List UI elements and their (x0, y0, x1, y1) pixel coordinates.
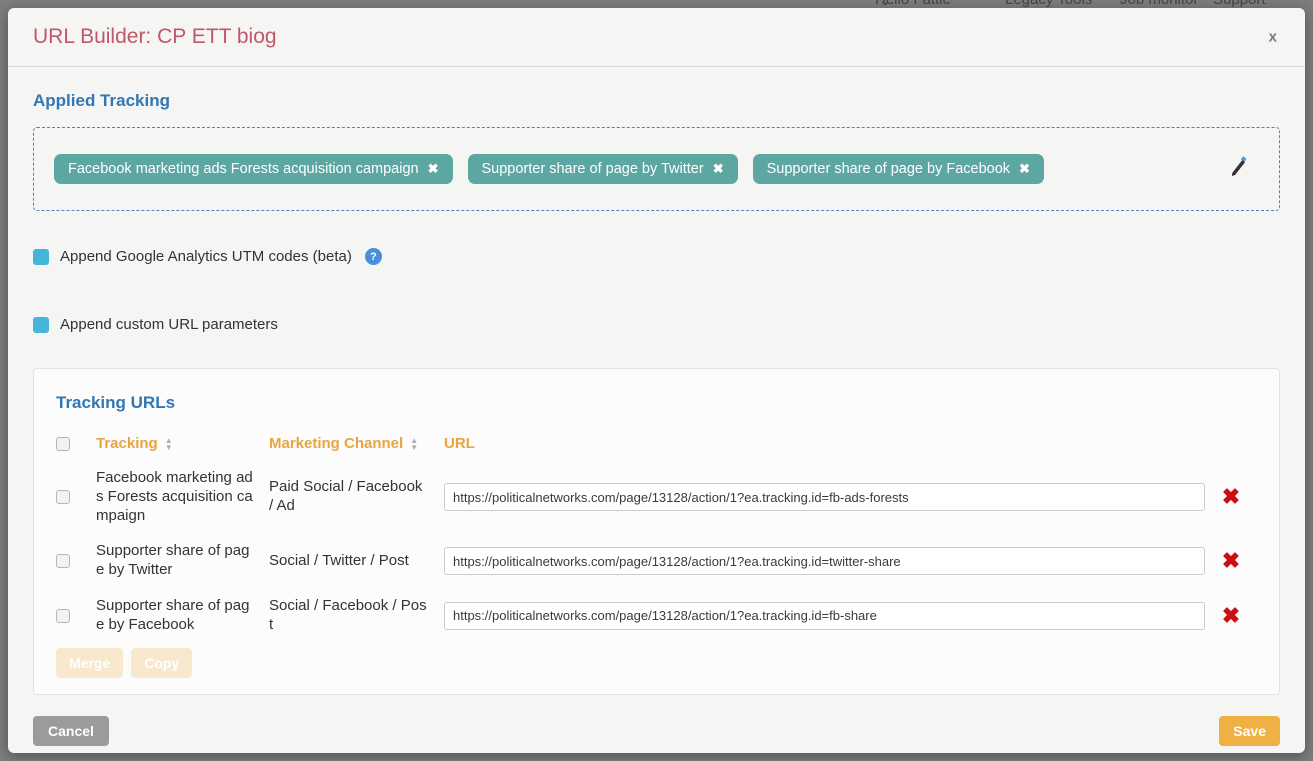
nav-support[interactable]: Support (1213, 0, 1266, 8)
merge-button[interactable]: Merge (56, 648, 123, 678)
column-header-channel[interactable]: Marketing Channel ▲▼ (269, 435, 444, 452)
row-checkbox[interactable] (56, 490, 70, 504)
channel-cell: Social / Facebook / Post (269, 597, 427, 635)
modal-title: URL Builder: CP ETT biog (33, 25, 277, 49)
custom-params-option-row: Append custom URL parameters (33, 316, 1280, 333)
tracking-name-cell: Facebook marketing ads Forests acquisiti… (96, 469, 254, 525)
tracking-tag-label: Supporter share of page by Facebook (767, 161, 1010, 177)
table-header-row: Tracking ▲▼ Marketing Channel ▲▼ URL (56, 435, 1257, 452)
tracking-tag[interactable]: Supporter share of page by Facebook ✖ (753, 154, 1044, 184)
tracking-tag[interactable]: Facebook marketing ads Forests acquisiti… (54, 154, 453, 184)
custom-params-checkbox[interactable] (33, 317, 49, 333)
tracking-tag-label: Facebook marketing ads Forests acquisiti… (68, 161, 419, 177)
tracking-urls-panel: Tracking URLs Tracking ▲▼ Marketing Chan… (33, 368, 1280, 695)
cancel-button[interactable]: Cancel (33, 716, 109, 746)
row-checkbox[interactable] (56, 609, 70, 623)
modal-footer: Cancel Save (33, 716, 1280, 746)
tracking-tag[interactable]: Supporter share of page by Twitter ✖ (468, 154, 738, 184)
utm-label: Append Google Analytics UTM codes (beta) (60, 248, 352, 265)
applied-tracking-dropzone[interactable]: Facebook marketing ads Forests acquisiti… (33, 127, 1280, 211)
save-button[interactable]: Save (1219, 716, 1280, 746)
table-row: Supporter share of page by Facebook Soci… (56, 597, 1257, 635)
delete-row-icon[interactable]: ✖ (1222, 605, 1240, 627)
table-row: Facebook marketing ads Forests acquisiti… (56, 469, 1257, 525)
channel-cell: Paid Social / Facebook / Ad (269, 478, 427, 516)
select-all-checkbox[interactable] (56, 437, 70, 451)
help-icon[interactable]: ? (365, 248, 382, 265)
close-icon[interactable]: x (1269, 30, 1277, 45)
applied-tracking-heading: Applied Tracking (33, 91, 1280, 111)
delete-row-icon[interactable]: ✖ (1222, 550, 1240, 572)
copy-button[interactable]: Copy (131, 648, 192, 678)
url-input[interactable] (444, 547, 1205, 575)
remove-tag-icon[interactable]: ✖ (1019, 161, 1030, 177)
bulk-actions: Merge Copy (56, 648, 1257, 678)
url-input[interactable] (444, 602, 1205, 630)
tracking-name-cell: Supporter share of page by Twitter (96, 542, 254, 580)
tracking-urls-heading: Tracking URLs (56, 393, 1257, 413)
table-row: Supporter share of page by Twitter Socia… (56, 542, 1257, 580)
column-header-url: URL (444, 435, 1205, 452)
utm-checkbox[interactable] (33, 249, 49, 265)
row-checkbox[interactable] (56, 554, 70, 568)
tracking-name-cell: Supporter share of page by Facebook (96, 597, 254, 635)
utm-option-row: Append Google Analytics UTM codes (beta)… (33, 248, 1280, 265)
edit-pencil-icon[interactable] (1227, 156, 1249, 183)
nav-legacy-tools[interactable]: Legacy Tools (1005, 0, 1092, 8)
url-builder-modal: URL Builder: CP ETT biog x Applied Track… (8, 8, 1305, 753)
modal-body: Applied Tracking Facebook marketing ads … (8, 67, 1305, 746)
sort-icon[interactable]: ▲▼ (410, 437, 418, 451)
custom-params-label: Append custom URL parameters (60, 316, 278, 333)
url-input[interactable] (444, 483, 1205, 511)
remove-tag-icon[interactable]: ✖ (713, 161, 724, 177)
channel-cell: Social / Twitter / Post (269, 552, 427, 571)
tracking-tag-label: Supporter share of page by Twitter (482, 161, 704, 177)
modal-header: URL Builder: CP ETT biog x (8, 8, 1305, 67)
column-header-tracking[interactable]: Tracking ▲▼ (96, 435, 269, 452)
delete-row-icon[interactable]: ✖ (1222, 486, 1240, 508)
nav-job-monitor[interactable]: Job monitor (1120, 0, 1198, 8)
remove-tag-icon[interactable]: ✖ (428, 161, 439, 177)
sort-icon[interactable]: ▲▼ (165, 437, 173, 451)
